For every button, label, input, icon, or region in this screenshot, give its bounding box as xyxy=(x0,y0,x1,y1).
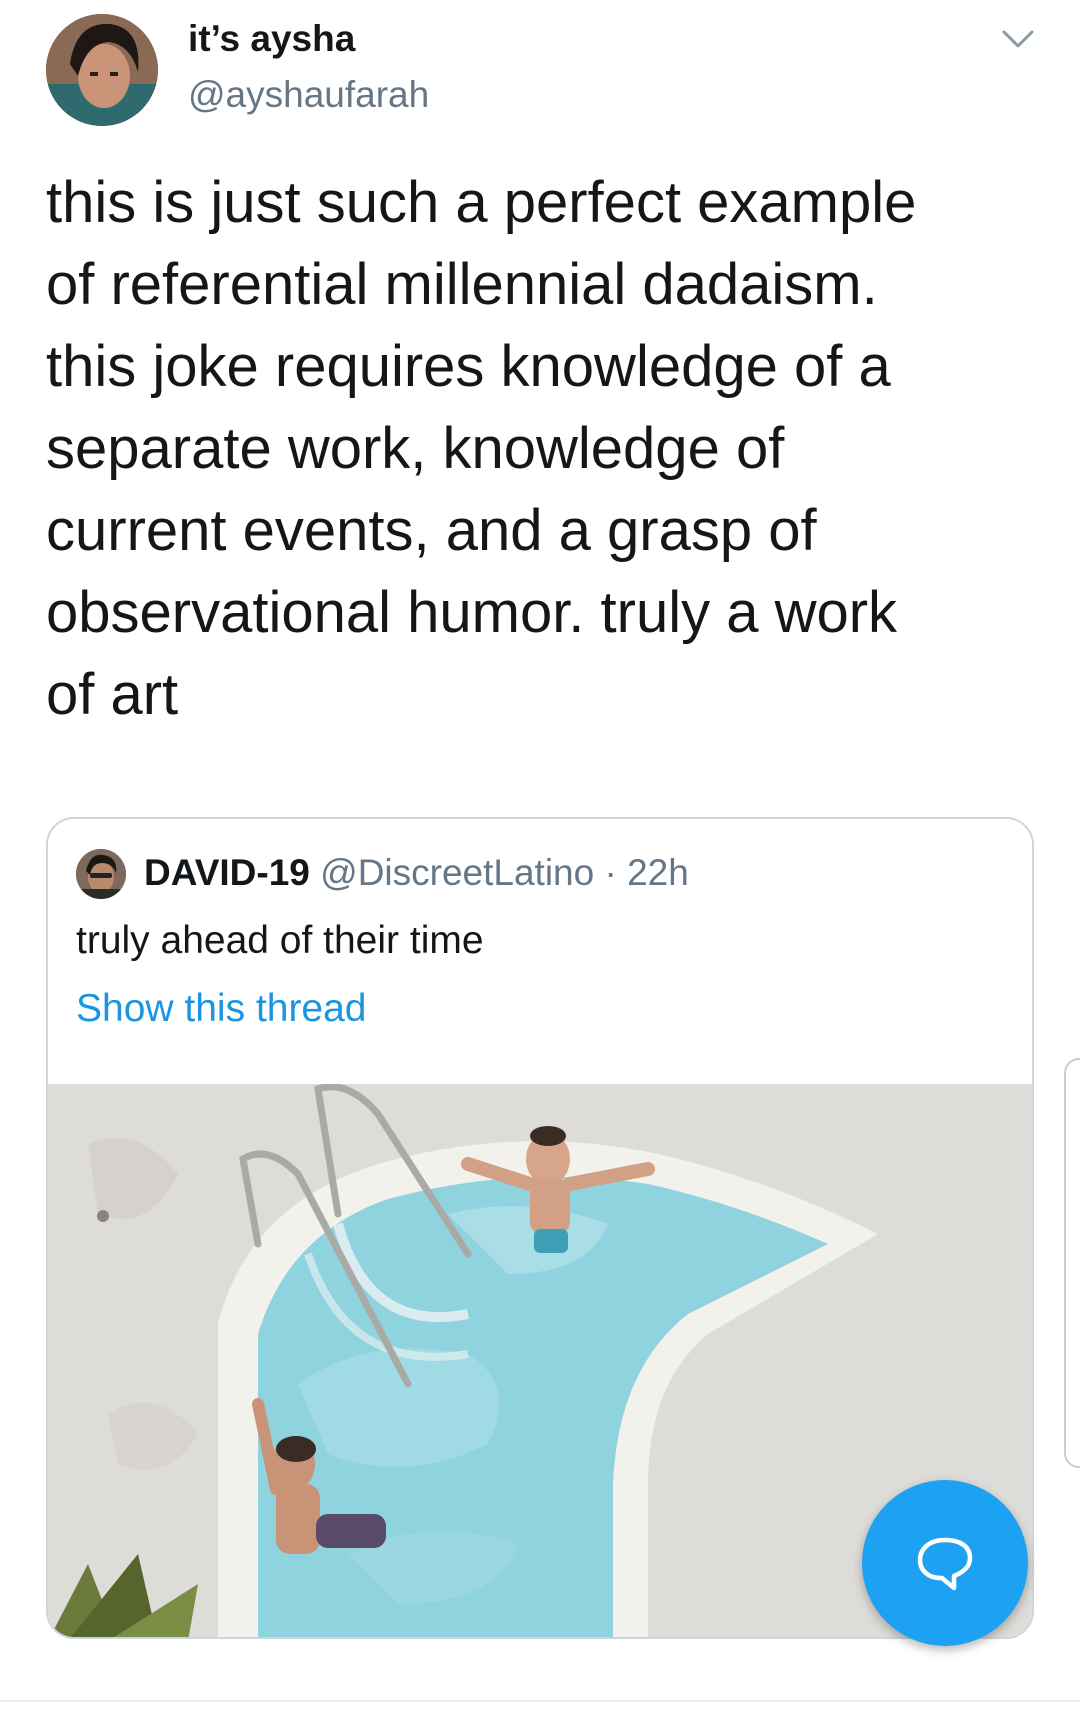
author-avatar-image xyxy=(46,14,158,126)
reply-bubble-icon xyxy=(917,1537,973,1591)
reply-fab-button[interactable] xyxy=(862,1480,1028,1646)
scroll-indicator[interactable] xyxy=(1064,1058,1080,1468)
quoted-author-handle[interactable]: @DiscreetLatino xyxy=(320,852,594,893)
author-avatar[interactable] xyxy=(46,14,158,126)
quoted-author-avatar xyxy=(76,849,126,899)
quoted-author-display-name[interactable]: DAVID-19 xyxy=(144,852,310,893)
quoted-tweet-text: truly ahead of their time xyxy=(76,919,484,962)
chevron-down-icon[interactable] xyxy=(998,22,1038,56)
tweet-text: this is just such a perfect example of r… xyxy=(46,170,917,727)
quoted-tweet-header: DAVID-19 @DiscreetLatino · 22h xyxy=(144,847,689,899)
show-thread-link[interactable]: Show this thread xyxy=(76,987,367,1031)
divider xyxy=(0,1700,1080,1702)
author-handle[interactable]: @ayshaufarah xyxy=(188,74,429,116)
author-display-name[interactable]: it’s aysha xyxy=(188,18,355,60)
quoted-tweet-timestamp[interactable]: 22h xyxy=(627,852,689,893)
header-separator: · xyxy=(604,852,617,893)
